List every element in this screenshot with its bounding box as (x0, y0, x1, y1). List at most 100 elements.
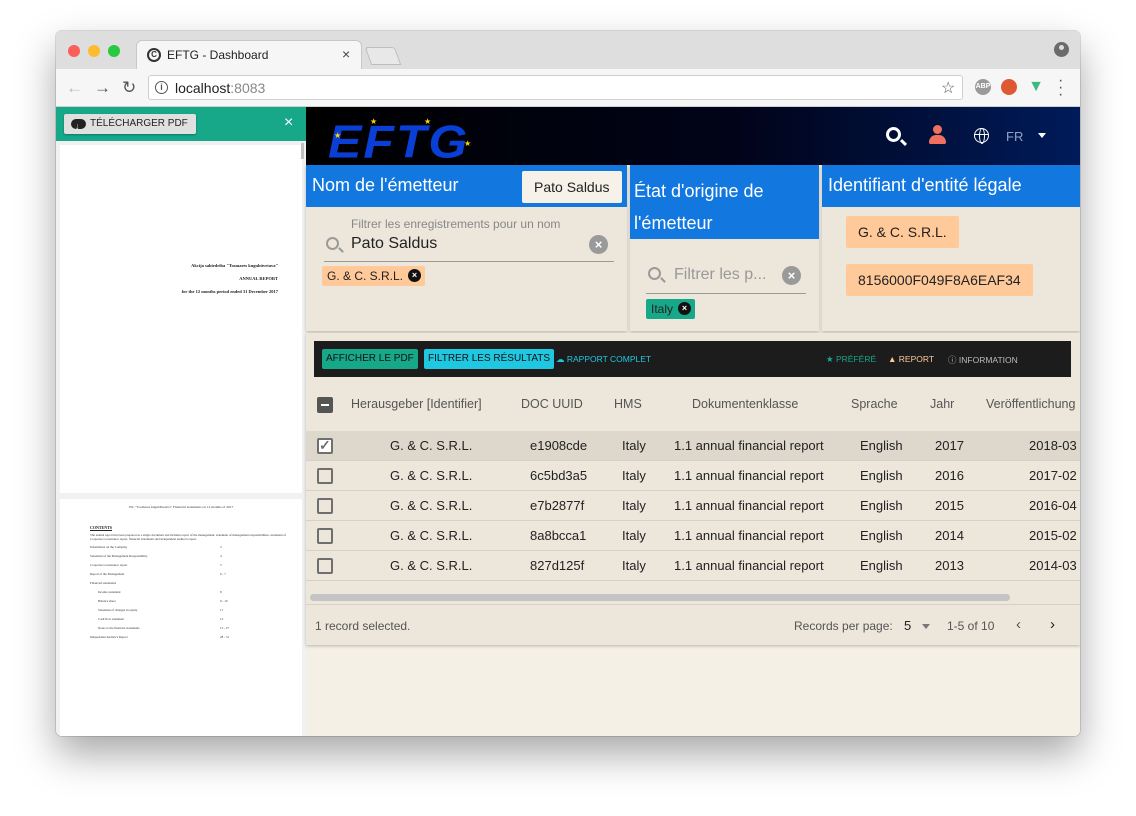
cell-uuid: 6c5bd3a5 (530, 468, 588, 483)
origin-search-input[interactable]: Filtrer les p... × (646, 261, 806, 294)
results-table-card: AFFICHER LE PDF FILTRER LES RÉSULTATS ☁ … (306, 333, 1080, 645)
origin-search-placeholder: Filtrer les p... (674, 266, 767, 283)
origin-filter-card: État d'origine de l'émetteur Filtrer les… (630, 165, 819, 331)
duckduckgo-extension-icon[interactable] (1001, 79, 1017, 95)
pdf-toc-page: 3 (220, 545, 222, 549)
download-pdf-label: TÉLÉCHARGER PDF (90, 118, 188, 129)
browser-toolbar: ← → ↻ i localhost:8083 ☆ ABP ▼ · · · (56, 69, 1080, 107)
column-header-issuer[interactable]: Herausgeber [Identifier] (351, 397, 482, 411)
column-header-hms[interactable]: HMS (614, 397, 642, 411)
caret-down-icon[interactable] (1038, 133, 1046, 138)
pdf-toc-page: 11 (220, 608, 224, 612)
globe-icon[interactable] (974, 128, 989, 144)
clear-search-icon[interactable]: × (782, 266, 801, 285)
lei-tag[interactable]: 8156000F049F8A6EAF34 (846, 264, 1033, 296)
row-checkbox[interactable] (317, 468, 333, 484)
remove-chip-icon[interactable]: × (678, 302, 692, 315)
cell-publication: 2018-03 (1029, 438, 1077, 453)
cell-hms: Italy (622, 438, 646, 453)
browser-menu-icon[interactable]: · · · (1058, 73, 1063, 103)
filter-results-button[interactable]: FILTRER LES RÉSULTATS (424, 349, 555, 369)
table-row[interactable]: G. & C. S.R.L. 6c5bd3a5 Italy 1.1 annual… (306, 461, 1080, 491)
logo-star-icon: ★ (424, 117, 432, 126)
new-tab-button[interactable] (364, 47, 402, 65)
pdf-toc-row: Income statement (98, 590, 121, 594)
pdf-toc-row: Information on the Company (90, 545, 128, 549)
reload-button[interactable]: ↻ (122, 78, 136, 98)
select-all-checkbox[interactable] (317, 397, 333, 413)
download-pdf-button[interactable]: TÉLÉCHARGER PDF (64, 114, 196, 136)
pdf-viewer-panel: TÉLÉCHARGER PDF × Akcija sabiedriba "Tos… (56, 107, 306, 736)
pdf-annual-report-title: ANNUAL REPORT (239, 276, 278, 281)
information-button[interactable]: ⓘ INFORMATION (948, 354, 1018, 366)
table-row[interactable]: G. & C. S.R.L. e1908cde Italy 1.1 annual… (306, 431, 1080, 461)
issuer-search-value: Pato Saldus (351, 235, 438, 252)
profile-icon[interactable] (1054, 42, 1069, 57)
pdf-toc-row: Independent Auditor's Report (90, 635, 128, 639)
selected-issuer-button[interactable]: Pato Saldus (522, 171, 622, 203)
table-row[interactable]: G. & C. S.R.L. 827d125f Italy 1.1 annual… (306, 551, 1080, 581)
row-checkbox[interactable] (317, 558, 333, 574)
cell-language: English (860, 498, 903, 513)
records-per-page-select[interactable]: 5 (904, 618, 911, 633)
column-header-publication[interactable]: Veröffentlichung (986, 397, 1075, 411)
row-checkbox[interactable] (317, 498, 333, 514)
pdf-scrollbar[interactable] (301, 143, 304, 159)
row-checkbox[interactable] (317, 528, 333, 544)
cell-hms: Italy (622, 528, 646, 543)
search-icon (648, 267, 661, 280)
search-icon[interactable] (886, 127, 901, 142)
close-pdf-button[interactable]: × (284, 114, 293, 132)
star-icon: ★ (826, 354, 834, 364)
full-report-button[interactable]: ☁ RAPPORT COMPLET (556, 354, 651, 365)
horizontal-scrollbar[interactable] (310, 594, 1010, 601)
cell-year: 2015 (935, 498, 964, 513)
issuer-search-input[interactable]: Filtrer les enregistrements pour un nom … (324, 215, 614, 262)
pdf-toc-page: 28 - 31 (220, 635, 230, 639)
user-icon[interactable] (928, 125, 946, 147)
preferred-button[interactable]: ★ PRÉFÉRÉ (826, 354, 876, 365)
column-header-language[interactable]: Sprache (851, 397, 898, 411)
cell-language: English (860, 438, 903, 453)
minimize-window-button[interactable] (88, 45, 100, 57)
site-info-icon[interactable]: i (155, 81, 168, 94)
url-text: localhost:8083 (175, 80, 266, 96)
row-checkbox[interactable] (317, 437, 333, 454)
show-pdf-button[interactable]: AFFICHER LE PDF (322, 349, 418, 369)
eftg-logo[interactable]: EFTG (328, 115, 469, 168)
search-icon (326, 237, 339, 250)
column-header-year[interactable]: Jahr (930, 397, 954, 411)
address-bar[interactable]: i localhost:8083 ☆ (148, 75, 963, 100)
next-page-button[interactable]: › (1050, 616, 1055, 633)
table-row[interactable]: G. & C. S.R.L. 8a8bcca1 Italy 1.1 annual… (306, 521, 1080, 551)
vue-devtools-icon[interactable]: ▼ (1028, 79, 1044, 95)
column-header-class[interactable]: Dokumentenklasse (692, 397, 798, 411)
tab-close-button[interactable]: × (342, 46, 350, 62)
forward-button[interactable]: → (94, 78, 111, 98)
bookmark-star-icon[interactable]: ☆ (941, 78, 955, 98)
clear-search-icon[interactable]: × (589, 235, 608, 254)
report-button[interactable]: ▲ REPORT (888, 354, 934, 364)
remove-chip-icon[interactable]: × (408, 269, 422, 282)
cell-issuer: G. & C. S.R.L. (390, 558, 473, 573)
maximize-window-button[interactable] (108, 45, 120, 57)
lei-tag[interactable]: G. & C. S.R.L. (846, 216, 959, 248)
cell-class: 1.1 annual financial report (674, 468, 824, 483)
cloud-download-icon: ☁ (556, 354, 565, 364)
close-window-button[interactable] (68, 45, 80, 57)
cell-issuer: G. & C. S.R.L. (390, 468, 473, 483)
cell-publication: 2014-03 (1029, 558, 1077, 573)
pdf-page-1: Akcija sabiedriba "Tosmares kugubūvetava… (60, 145, 302, 493)
records-per-page-label: Records per page: (794, 619, 893, 633)
column-header-uuid[interactable]: DOC UUID (521, 397, 583, 411)
back-button[interactable]: ← (66, 78, 83, 98)
pdf-period-text: for the 12 months period ended 31 Decemb… (181, 289, 278, 294)
language-selector[interactable]: FR (1006, 129, 1023, 144)
caret-down-icon[interactable] (922, 624, 930, 629)
browser-tab[interactable]: C EFTG - Dashboard × (136, 40, 362, 69)
window-controls (68, 45, 120, 57)
adblock-extension-icon[interactable]: ABP (975, 79, 991, 95)
table-row[interactable]: G. & C. S.R.L. e7b2877f Italy 1.1 annual… (306, 491, 1080, 521)
prev-page-button[interactable]: ‹ (1016, 616, 1021, 633)
pdf-toc-row: Cash flow statement (98, 617, 125, 621)
